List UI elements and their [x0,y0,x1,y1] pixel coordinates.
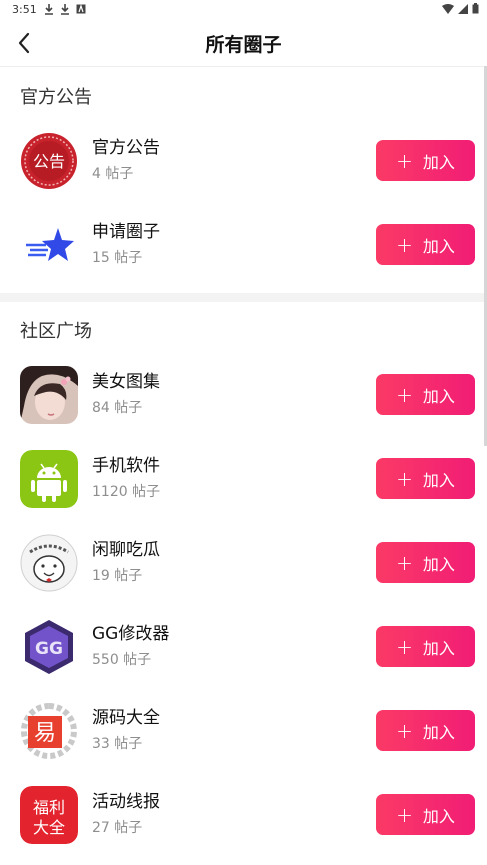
plus-icon: + [396,232,413,257]
join-label: 加入 [422,386,455,406]
post-count: 1120 帖子 [92,484,161,500]
welfare-text: 大全 [33,818,65,837]
join-button[interactable]: + 加入 [376,542,475,583]
gg-text: GG [35,639,63,659]
join-button[interactable]: + 加入 [376,458,475,499]
post-count: 15 帖子 [92,250,143,266]
circle-name: 手机软件 [92,456,160,476]
join-button[interactable]: + 加入 [376,626,475,667]
android-icon [20,450,78,508]
status-time: 3:51 [12,3,37,16]
announcement-seal-icon: 公告 [20,132,78,190]
section-title-official: 官方公告 [20,87,92,108]
join-label: 加入 [422,806,455,826]
circle-row[interactable]: 闲聊吃瓜 19 帖子 + 加入 [0,522,487,606]
gg-hexagon-icon: GG [20,618,78,676]
logo-text: 易 [34,721,56,746]
circle-row[interactable]: 申请圈子 15 帖子 + 加入 [0,204,487,288]
plus-icon: + [396,550,413,575]
post-count: 84 帖子 [92,400,143,416]
post-count: 550 帖子 [92,652,152,668]
circle-name: 美女图集 [92,372,160,392]
app-bar: 所有圈子 [0,20,487,67]
system-icons [442,3,479,14]
section-title-community: 社区广场 [20,321,92,342]
battery-icon [472,3,479,14]
join-label: 加入 [422,152,455,172]
post-count: 27 帖子 [92,820,143,836]
girl-photo-avatar [20,366,78,424]
join-label: 加入 [422,236,455,256]
plus-icon: + [396,466,413,491]
cartoon-face-icon [20,534,78,592]
section-divider [0,293,487,302]
notification-icons [44,3,86,15]
signal-icon [458,3,468,14]
plus-icon: + [396,718,413,743]
circle-name: 官方公告 [92,138,160,158]
circle-name: GG修改器 [92,624,170,644]
join-label: 加入 [422,638,455,658]
font-icon [76,4,86,14]
plus-icon: + [396,802,413,827]
join-button[interactable]: + 加入 [376,224,475,265]
page-title: 所有圈子 [205,34,282,56]
post-count: 19 帖子 [92,568,143,584]
circle-name: 活动线报 [92,792,160,812]
status-bar: 3:51 [0,0,487,20]
join-label: 加入 [422,554,455,574]
post-count: 33 帖子 [92,736,143,752]
circle-row[interactable]: 手机软件 1120 帖子 + 加入 [0,438,487,522]
welfare-icon: 福利 大全 [20,786,78,844]
join-button[interactable]: + 加入 [376,140,475,181]
download-icon [61,4,69,15]
wifi-icon [442,3,454,14]
circle-row[interactable]: 美女图集 84 帖子 + 加入 [0,354,487,438]
join-label: 加入 [422,470,455,490]
post-count: 4 帖子 [92,166,134,182]
source-code-logo-icon: 易 [20,702,78,760]
join-button[interactable]: + 加入 [376,710,475,751]
circle-name: 闲聊吃瓜 [92,540,160,560]
plus-icon: + [396,634,413,659]
join-button[interactable]: + 加入 [376,374,475,415]
circle-row[interactable]: 易 源码大全 33 帖子 + 加入 [0,690,487,774]
download-icon [45,4,53,15]
welfare-text: 福利 [33,798,65,817]
circle-name: 源码大全 [92,708,160,728]
plus-icon: + [396,148,413,173]
circle-name: 申请圈子 [92,222,160,242]
seal-text: 公告 [33,152,65,171]
plus-icon: + [396,382,413,407]
circle-row[interactable]: 公告 官方公告 4 帖子 + 加入 [0,120,487,204]
join-button[interactable]: + 加入 [376,794,475,835]
circle-row[interactable]: GG GG修改器 550 帖子 + 加入 [0,606,487,690]
shooting-star-icon [20,216,78,274]
circle-row[interactable]: 福利 大全 活动线报 27 帖子 + 加入 [0,774,487,858]
join-label: 加入 [422,722,455,742]
